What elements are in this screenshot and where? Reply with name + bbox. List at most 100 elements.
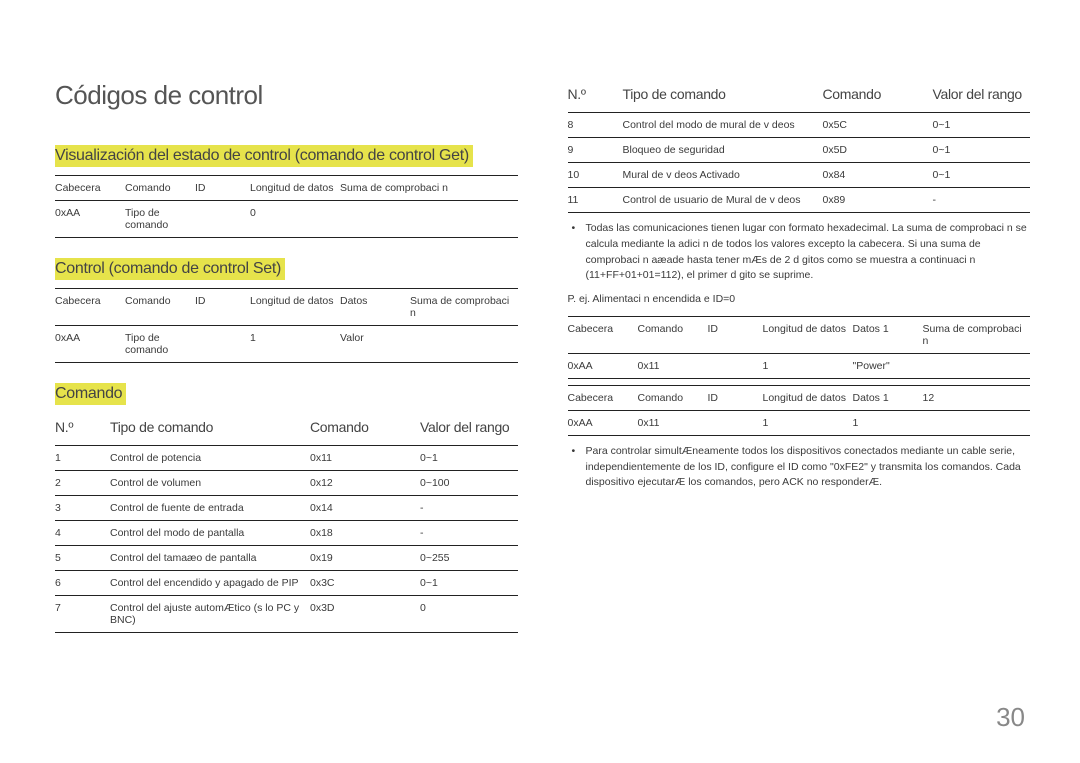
cell: Control del encendido y apagado de PIP (110, 571, 310, 596)
cell: 0x12 (310, 471, 420, 496)
col-header: Comando (310, 419, 420, 435)
cell: Bloqueo de seguridad (623, 138, 823, 163)
col-header: Datos (340, 289, 410, 326)
cell: - (420, 521, 518, 546)
cell: 0~255 (420, 546, 518, 571)
cell: 0x84 (823, 163, 933, 188)
cell: 1 (853, 410, 923, 435)
col-header: 12 (923, 385, 1031, 410)
cell: 0x11 (638, 410, 708, 435)
cmd-subheader: N.º Tipo de comando Comando Valor del ra… (55, 413, 518, 445)
cell (195, 326, 250, 363)
cell: 0x3C (310, 571, 420, 596)
example-label: P. ej. Alimentaci n encendida e ID=0 (568, 292, 1031, 308)
cell: 0x5D (823, 138, 933, 163)
cell: Control del tamaæo de pantalla (110, 546, 310, 571)
cell (923, 410, 1031, 435)
cell: 0~1 (420, 571, 518, 596)
cell: 0xAA (55, 326, 125, 363)
col-header: Comando (125, 176, 195, 201)
cell: 1 (763, 353, 853, 378)
table-row: 8Control del modo de mural de v deos0x5C… (568, 113, 1031, 138)
cell: Control del modo de pantalla (110, 521, 310, 546)
table-get: Cabecera Comando ID Longitud de datos Su… (55, 175, 518, 238)
cell: 2 (55, 471, 110, 496)
cell: - (420, 496, 518, 521)
cell: Control de volumen (110, 471, 310, 496)
cell: "Power" (853, 353, 923, 378)
cell: 5 (55, 546, 110, 571)
cell: 0 (420, 596, 518, 633)
cell (708, 353, 763, 378)
col-header: ID (195, 176, 250, 201)
col-header: Datos 1 (853, 385, 923, 410)
cell: 0~1 (933, 163, 1031, 188)
col-header: Tipo de comando (623, 86, 823, 102)
table-row: 6Control del encendido y apagado de PIP0… (55, 571, 518, 596)
table-set: Cabecera Comando ID Longitud de datos Da… (55, 288, 518, 363)
col-header: ID (708, 316, 763, 353)
cell: 0~1 (420, 446, 518, 471)
page-title: Códigos de control (55, 80, 518, 111)
col-header: Comando (638, 316, 708, 353)
col-header: ID (708, 385, 763, 410)
cell (923, 353, 1031, 378)
col-header: Comando (638, 385, 708, 410)
table-example-1: Cabecera Comando ID Longitud de datos Da… (568, 316, 1031, 379)
cell: 6 (55, 571, 110, 596)
table-commands-right: 8Control del modo de mural de v deos0x5C… (568, 112, 1031, 213)
col-header: Suma de comprobaci n (410, 289, 518, 326)
cell: 8 (568, 113, 623, 138)
col-header: Datos 1 (853, 316, 923, 353)
cell: Tipo de comando (125, 201, 195, 238)
cell: Control del modo de mural de v deos (623, 113, 823, 138)
cell: 0x11 (310, 446, 420, 471)
col-header: ID (195, 289, 250, 326)
cell: 0x11 (638, 353, 708, 378)
cell: 0x5C (823, 113, 933, 138)
cell: Control de usuario de Mural de v deos (623, 188, 823, 213)
col-header: N.º (568, 86, 623, 102)
col-header: Longitud de datos (250, 176, 340, 201)
col-header: Longitud de datos (763, 385, 853, 410)
cell: 0xAA (568, 353, 638, 378)
col-header: N.º (55, 419, 110, 435)
col-header: Comando (823, 86, 933, 102)
note-broadcast: Para controlar simultÆneamente todos los… (568, 444, 1031, 491)
table-row: 2Control de volumen0x120~100 (55, 471, 518, 496)
col-header: Cabecera (55, 176, 125, 201)
col-header: Tipo de comando (110, 419, 310, 435)
table-commands-left: 1Control de potencia0x110~12Control de v… (55, 445, 518, 633)
table-row: 10Mural de v deos Activado0x840~1 (568, 163, 1031, 188)
table-row: 5Control del tamaæo de pantalla0x190~255 (55, 546, 518, 571)
cell: 0~1 (933, 113, 1031, 138)
cell: 9 (568, 138, 623, 163)
cell: 0xAA (568, 410, 638, 435)
cell: 11 (568, 188, 623, 213)
page-number: 30 (996, 702, 1025, 733)
cell: 0x14 (310, 496, 420, 521)
section-set-heading: Control (comando de control Set) (55, 258, 285, 280)
cell: 0x19 (310, 546, 420, 571)
col-header: Suma de comprobaci n (340, 176, 518, 201)
col-header: Cabecera (55, 289, 125, 326)
cell: Control de fuente de entrada (110, 496, 310, 521)
cell: 1 (250, 326, 340, 363)
cell: Tipo de comando (125, 326, 195, 363)
section-get-heading: Visualización del estado de control (com… (55, 145, 473, 167)
cell: 0~1 (933, 138, 1031, 163)
cell: 1 (55, 446, 110, 471)
cell: 0 (250, 201, 340, 238)
cell: Control de potencia (110, 446, 310, 471)
table-row: 9Bloqueo de seguridad0x5D0~1 (568, 138, 1031, 163)
cell: Mural de v deos Activado (623, 163, 823, 188)
cell: - (933, 188, 1031, 213)
table-example-2: Cabecera Comando ID Longitud de datos Da… (568, 385, 1031, 436)
table-row: 7Control del ajuste automÆtico (s lo PC … (55, 596, 518, 633)
cell (708, 410, 763, 435)
cell: 10 (568, 163, 623, 188)
table-row: 11Control de usuario de Mural de v deos0… (568, 188, 1031, 213)
note-checksum: Todas las comunicaciones tienen lugar co… (568, 221, 1031, 284)
cell: 0~100 (420, 471, 518, 496)
table-row: 4Control del modo de pantalla0x18- (55, 521, 518, 546)
